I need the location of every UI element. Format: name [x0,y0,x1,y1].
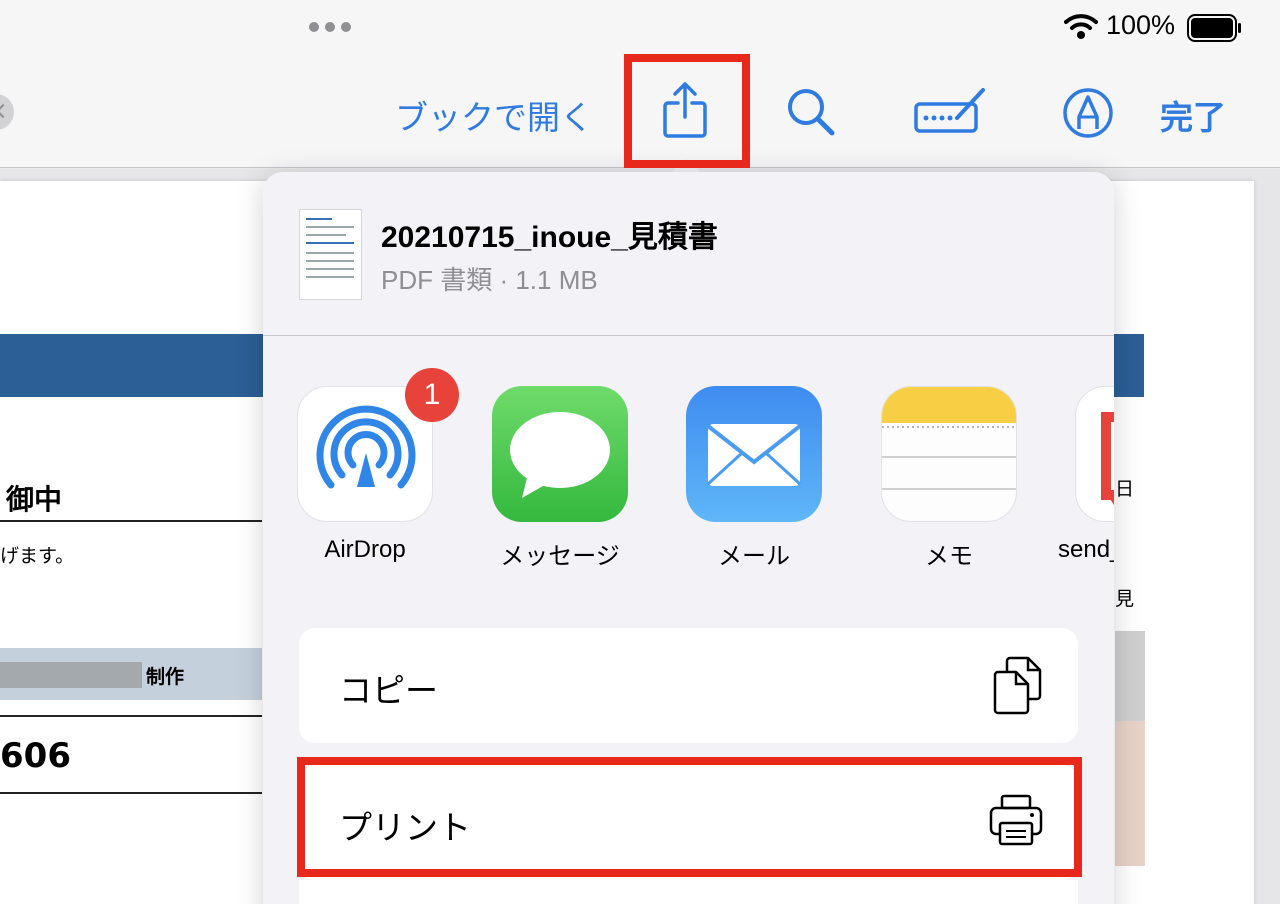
mail-icon [686,386,822,522]
copy-icon [993,656,1042,715]
open-in-books-button[interactable]: ブックで開く [395,91,593,139]
file-meta: PDF 書類 · 1.1 MB [381,265,598,295]
document-side-block [1115,721,1145,866]
document-side-mi: 見 [1115,588,1135,610]
keyboard-pen-icon[interactable] [913,87,987,135]
document-side-day: 日 [1115,478,1135,500]
document-line [0,792,262,794]
notes-icon [881,386,1017,522]
airdrop-badge: 1 [405,368,459,422]
app-label-send: send_ [1058,536,1114,563]
copy-action-label: コピー [339,671,438,710]
file-thumbnail [299,209,362,300]
document-table-header: 制作 [0,648,262,700]
document-text-seisaku: 制作 [146,666,185,688]
status-bar: 100% [0,0,1280,55]
app-label-airdrop: AirDrop [324,536,406,563]
app-label-notes: メモ [925,543,973,570]
multitasking-dots-icon[interactable] [309,22,351,32]
battery-percent: 100% [1106,10,1176,40]
app-label-messages: メッセージ [500,543,620,570]
document-line [0,715,262,717]
document-redacted-block [0,662,142,688]
document-side-block [1115,631,1145,721]
print-row-highlight [297,757,1082,877]
messages-icon [492,386,628,522]
copy-action[interactable]: コピー [299,628,1078,743]
document-text-number: 606 [0,736,71,776]
more-action[interactable] [299,880,1078,904]
file-name: 20210715_inoue_見積書 [381,221,718,254]
done-button[interactable]: 完了 [1160,91,1226,139]
battery-icon [1187,14,1241,42]
share-apps-row: 1 AirDrop メッセージ メール メモ send [263,368,1114,576]
document-text-gemasu: げます。 [0,545,75,567]
wifi-icon [1064,14,1098,39]
send-app-icon [1075,386,1114,522]
document-text-onchu: 御中 [6,483,63,516]
markup-icon[interactable] [1062,87,1114,139]
search-icon[interactable] [786,87,836,137]
back-chevron-icon[interactable] [0,94,14,130]
app-label-mail: メール [718,543,790,570]
document-line [0,520,262,522]
share-button-highlight [624,54,750,168]
share-file-header: 20210715_inoue_見積書 PDF 書類 · 1.1 MB [263,172,1114,336]
